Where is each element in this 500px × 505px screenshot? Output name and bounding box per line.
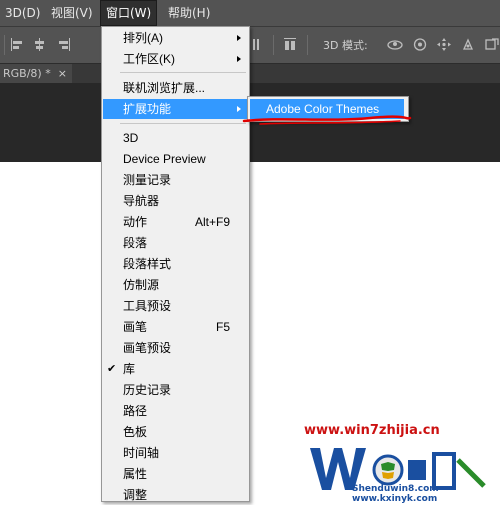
- menu-item-brush-presets[interactable]: 画笔预设: [103, 338, 248, 358]
- menu-item-3d[interactable]: 3D: [103, 128, 248, 148]
- align-left-icon[interactable]: [10, 38, 24, 51]
- menu-item-shortcut: Alt+F9: [194, 215, 230, 229]
- menu-item-paths[interactable]: 路径: [103, 401, 248, 421]
- menu-item-shortcut: F5: [215, 320, 230, 334]
- watermark-url: www.win7zhijia.cn: [304, 423, 440, 438]
- menu-item-navigator[interactable]: 导航器: [103, 191, 248, 211]
- menu-divider: [120, 123, 246, 124]
- window-menu-dropdown: 排列(A) 工作区(K) 联机浏览扩展... 扩展功能 3D Device Pr…: [101, 26, 250, 502]
- align-right-icon[interactable]: [57, 38, 71, 51]
- menu-item-label: 段落样式: [123, 257, 172, 271]
- checkmark-icon: ✔: [107, 363, 117, 375]
- menu-item-measurement-log[interactable]: 测量记录: [103, 170, 248, 190]
- menu-item-label: 路径: [123, 404, 148, 418]
- menu-item-brush[interactable]: 画笔 F5: [103, 317, 248, 337]
- menu-item-label: 联机浏览扩展...: [123, 81, 206, 95]
- menu-item-properties[interactable]: 属性: [103, 464, 248, 484]
- menu-item-clone-source[interactable]: 仿制源: [103, 275, 248, 295]
- menu-item-actions[interactable]: 动作 Alt+F9: [103, 212, 248, 232]
- menu-item-paragraph[interactable]: 段落: [103, 233, 248, 253]
- menu-item-label: 仿制源: [123, 278, 160, 292]
- menu-item-label: 段落: [123, 236, 148, 250]
- menu-item-label: 画笔: [123, 320, 148, 334]
- menu-help[interactable]: 帮助(H): [163, 0, 215, 26]
- document-tab-bar: RGB/8) * ×: [0, 64, 500, 83]
- menu-item-workspace[interactable]: 工作区(K): [103, 49, 248, 69]
- menu-item-label: 库: [123, 362, 136, 376]
- menu-item-label: 历史记录: [123, 383, 172, 397]
- 3d-orbit-icon[interactable]: [387, 38, 403, 51]
- menu-item-device-preview[interactable]: Device Preview: [103, 149, 248, 169]
- menu-item-adjustments[interactable]: 调整: [103, 485, 248, 505]
- options-separator: [273, 35, 274, 55]
- menu-item-label: 导航器: [123, 194, 160, 208]
- menu-item-label: 排列(A): [123, 31, 163, 45]
- menu-item-label: 工作区(K): [123, 52, 175, 66]
- menu-item-libraries[interactable]: ✔ 库: [103, 359, 248, 379]
- document-tab[interactable]: RGB/8) * ×: [0, 64, 72, 83]
- options-separator: [307, 35, 308, 55]
- menu-item-paragraph-styles[interactable]: 段落样式: [103, 254, 248, 274]
- menu-item-label: 扩展功能: [123, 102, 172, 116]
- menu-item-label: Device Preview: [123, 152, 206, 166]
- menu-item-tool-presets[interactable]: 工具预设: [103, 296, 248, 316]
- menu-item-label: 时间轴: [123, 446, 160, 460]
- watermark-brand-name: Shenduwin8.com: [352, 484, 439, 494]
- menu-item-label: 测量记录: [123, 173, 172, 187]
- menu-item-extensions[interactable]: 扩展功能: [103, 99, 248, 119]
- menu-item-browse-extensions[interactable]: 联机浏览扩展...: [103, 78, 248, 98]
- submenu-arrow-icon: [237, 35, 241, 41]
- 3d-slide-icon[interactable]: [461, 38, 475, 51]
- watermark-url-secondary: www.kxinyk.com: [352, 494, 438, 504]
- distribute-icon[interactable]: [252, 38, 266, 51]
- 3d-roll-icon[interactable]: [413, 38, 427, 51]
- menu-window[interactable]: 窗口(W): [100, 0, 158, 26]
- distribute-spacing-icon[interactable]: [283, 38, 297, 51]
- options-separator: [4, 35, 5, 55]
- menu-item-history[interactable]: 历史记录: [103, 380, 248, 400]
- menu-item-label: 色板: [123, 425, 148, 439]
- align-center-icon[interactable]: [33, 38, 47, 51]
- menu-bar: 3D(D) 视图(V) 窗口(W) 帮助(H): [0, 0, 500, 27]
- menu-3d[interactable]: 3D(D): [0, 0, 45, 26]
- menu-item-arrange[interactable]: 排列(A): [103, 28, 248, 48]
- menu-item-label: 画笔预设: [123, 341, 172, 355]
- close-icon[interactable]: ×: [58, 64, 67, 83]
- menu-view[interactable]: 视图(V): [46, 0, 98, 26]
- 3d-pan-icon[interactable]: [437, 38, 451, 51]
- menu-divider: [120, 72, 246, 73]
- menu-item-swatches[interactable]: 色板: [103, 422, 248, 442]
- menu-item-label: 工具预设: [123, 299, 172, 313]
- document-tab-title: RGB/8) *: [3, 67, 51, 80]
- menu-item-label: 3D: [123, 131, 139, 145]
- menu-item-label: 动作: [123, 215, 148, 229]
- submenu-arrow-icon: [237, 56, 241, 62]
- red-underline-annotation: [242, 115, 412, 125]
- watermark-brand: Shenduwin8.com www.kxinyk.com: [352, 484, 500, 504]
- menu-item-label: 调整: [123, 488, 148, 502]
- menu-item-label: 属性: [123, 467, 148, 481]
- options-bar: 3D 模式:: [0, 27, 500, 64]
- 3d-scale-icon[interactable]: [485, 38, 499, 51]
- 3d-mode-label: 3D 模式:: [323, 39, 368, 52]
- menu-item-timeline[interactable]: 时间轴: [103, 443, 248, 463]
